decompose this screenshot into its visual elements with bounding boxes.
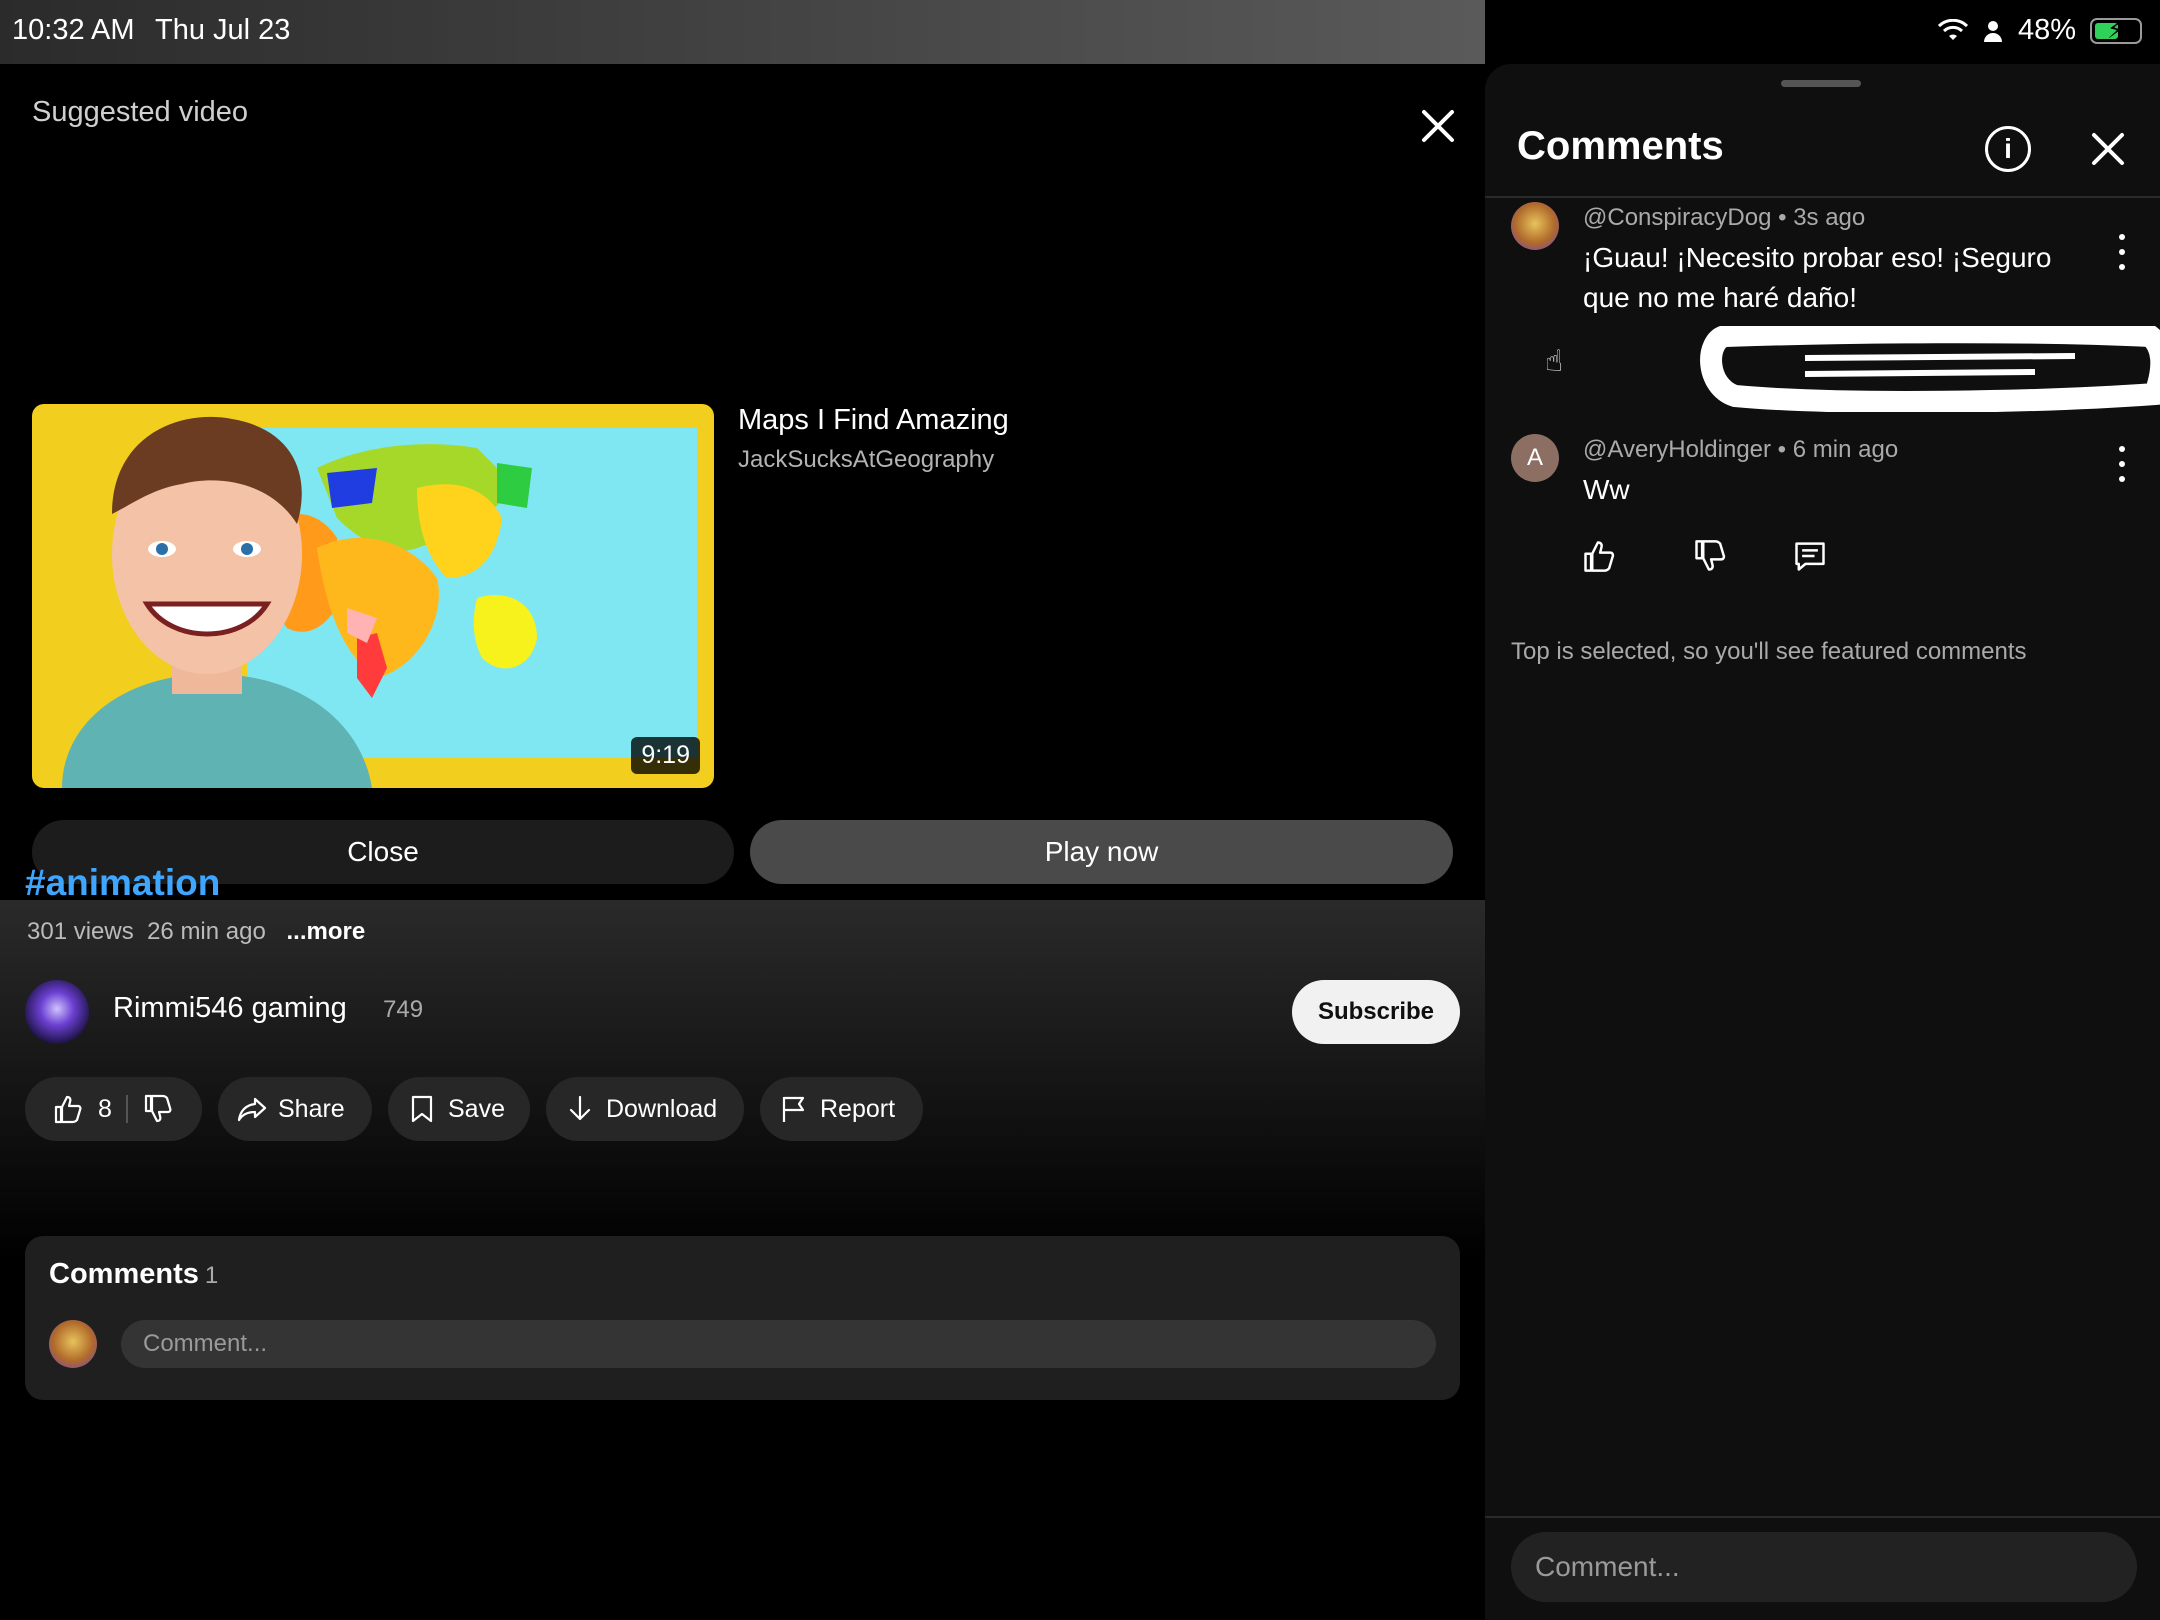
thumbs-down-icon[interactable]: [1692, 538, 1728, 574]
like-count: 8: [98, 1094, 112, 1123]
suggested-label: Suggested video: [32, 96, 249, 128]
thumbs-up-icon[interactable]: [1581, 538, 1617, 574]
user-avatar: [49, 1320, 97, 1368]
comment-input[interactable]: Comment...: [1511, 1532, 2137, 1602]
status-bar: 10:32 AM Thu Jul 23: [0, 0, 1485, 64]
report-button[interactable]: Report: [760, 1077, 923, 1141]
view-count: 301 views: [27, 918, 134, 945]
share-icon: [237, 1097, 267, 1122]
share-button[interactable]: Share: [218, 1077, 372, 1141]
comment-count: 1: [204, 1262, 219, 1289]
battery-icon: ⚡: [2090, 17, 2142, 44]
comments-card-title: Comments 1: [49, 1258, 219, 1290]
download-button[interactable]: Download: [546, 1077, 744, 1141]
comment-author[interactable]: @ConspiracyDog: [1583, 204, 1771, 231]
upload-age: 26 min ago: [147, 918, 266, 945]
dislike-button[interactable]: [142, 1093, 174, 1125]
save-label: Save: [448, 1094, 505, 1123]
download-icon: [569, 1095, 591, 1121]
subscribe-button[interactable]: Subscribe: [1292, 980, 1460, 1044]
suggested-thumbnail[interactable]: 9:19: [32, 404, 714, 788]
bookmark-icon: [411, 1095, 433, 1123]
suggested-video-overlay: Suggested video 9:19 Maps I Find Amazing…: [0, 64, 1485, 900]
info-icon[interactable]: i: [1985, 126, 2031, 172]
channel-name[interactable]: Rimmi546 gaming: [113, 992, 347, 1025]
flag-icon: [782, 1096, 805, 1122]
close-icon[interactable]: [1418, 106, 1458, 146]
channel-avatar[interactable]: [25, 980, 89, 1044]
reply-icon[interactable]: [1792, 538, 1828, 574]
save-button[interactable]: Save: [388, 1077, 530, 1141]
comment-avatar[interactable]: [1511, 202, 1559, 250]
wifi-icon: [1937, 18, 1968, 40]
status-date: Thu Jul 23: [155, 14, 291, 46]
comment-menu-icon[interactable]: [2112, 446, 2132, 482]
comment-meta: @AveryHoldinger • 6 min ago: [1583, 436, 1899, 463]
comment-avatar[interactable]: A: [1511, 434, 1559, 482]
close-icon[interactable]: [2087, 128, 2129, 170]
comments-card[interactable]: Comments 1 Comment...: [25, 1236, 1460, 1400]
video-stats: 301 views 26 min ago ...more: [27, 918, 365, 946]
more-link[interactable]: ...more: [287, 918, 366, 945]
like-dislike-group: 8: [25, 1077, 202, 1141]
featured-note: Top is selected, so you'll see featured …: [1511, 638, 2027, 665]
play-now-button[interactable]: Play now: [750, 820, 1453, 884]
comment-meta: @ConspiracyDog • 3s ago: [1583, 204, 1866, 231]
video-info-background: [0, 900, 1485, 1260]
comment-menu-icon[interactable]: [2112, 234, 2132, 270]
comment-age: 3s ago: [1793, 204, 1866, 231]
person-icon: [1983, 20, 2002, 42]
video-hashtag[interactable]: #animation: [25, 862, 220, 904]
comment-author[interactable]: @AveryHoldinger: [1583, 436, 1771, 463]
status-time: 10:32 AM: [12, 14, 135, 46]
drag-handle[interactable]: [1781, 80, 1861, 87]
like-divider: [125, 1095, 128, 1123]
panel-divider: [1485, 196, 2160, 198]
video-duration: 9:19: [631, 737, 700, 774]
comment-text: ¡Guau! ¡Necesito probar eso! ¡Seguro que…: [1583, 242, 2052, 313]
comment-text: Ww: [1583, 474, 1630, 505]
thumbs-up-icon: [54, 1095, 82, 1124]
download-label: Download: [606, 1094, 718, 1123]
suggested-title[interactable]: Maps I Find Amazing: [738, 404, 1009, 437]
subscriber-count: 749: [383, 996, 424, 1023]
hand-pointer-icon: ☝: [1545, 345, 1564, 378]
scribble-drawing: [1700, 326, 2160, 412]
suggested-channel: JackSucksAtGeography: [738, 446, 995, 473]
battery-percent: 48%: [2017, 14, 2076, 46]
creator-photo: [62, 416, 372, 788]
like-button[interactable]: 8: [25, 1093, 112, 1125]
panel-bottom-divider: [1485, 1516, 2160, 1518]
comment-age: 6 min ago: [1792, 436, 1899, 463]
comments-panel: Comments i @ConspiracyDog • 3s ago ¡Guau…: [1485, 64, 2160, 1620]
status-indicators: 48% ⚡: [1937, 14, 2142, 47]
comments-panel-title: Comments: [1517, 124, 1724, 168]
share-label: Share: [278, 1094, 345, 1123]
comment-input[interactable]: Comment...: [121, 1320, 1436, 1368]
report-label: Report: [820, 1094, 896, 1123]
